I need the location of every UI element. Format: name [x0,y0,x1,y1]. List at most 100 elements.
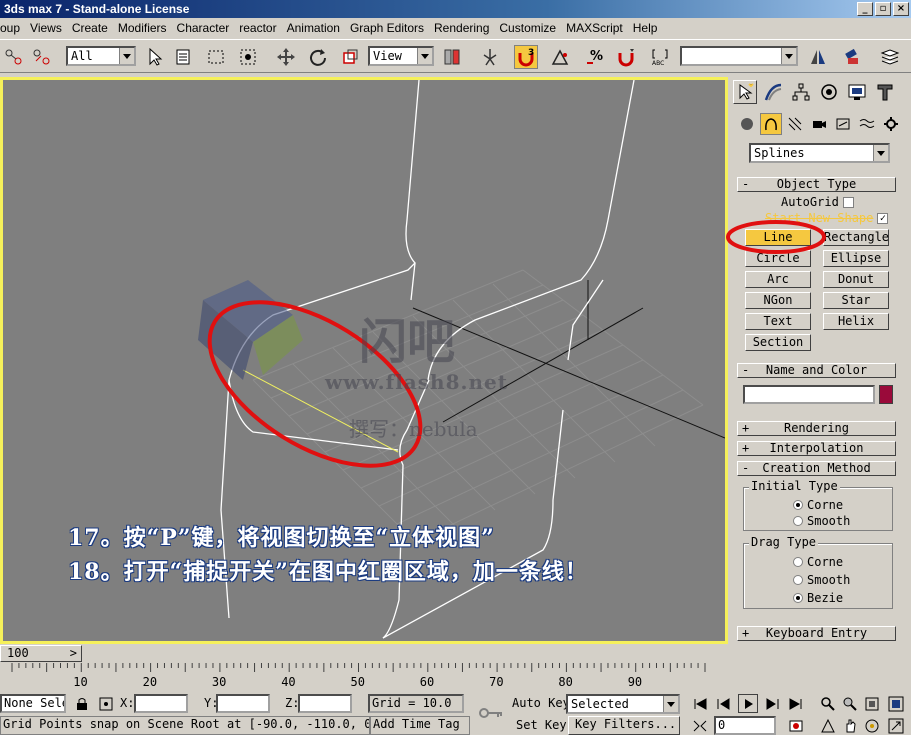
maximize-viewport-icon[interactable] [886,716,906,735]
key-icon[interactable] [476,703,506,722]
utilities-tab-icon[interactable] [873,80,897,104]
key-mode-dropdown[interactable]: Selected [566,694,680,714]
menu-help[interactable]: Help [628,21,663,35]
auto-key-button[interactable]: Auto Key [512,694,566,713]
layer-manager-icon[interactable] [878,45,902,69]
unlink-icon[interactable] [30,45,54,69]
pivot-center-icon[interactable] [440,45,464,69]
hierarchy-tab-icon[interactable] [789,80,813,104]
menu-create[interactable]: Create [67,21,113,35]
named-selection-icon[interactable]: ABC [648,45,672,69]
next-frame-icon[interactable] [762,694,782,713]
play-icon[interactable] [738,694,758,713]
rendering-rollout[interactable]: + Rendering [737,421,896,436]
rect-selection-icon[interactable] [204,45,228,69]
menu-customize[interactable]: Customize [494,21,561,35]
zoom-icon[interactable] [818,694,838,713]
time-slider[interactable]: 100 > [0,645,82,662]
scale-icon[interactable] [338,45,362,69]
x-coord-field[interactable] [134,694,188,713]
go-to-start-icon[interactable] [690,694,710,713]
arc-button[interactable]: Arc [745,271,811,288]
text-button[interactable]: Text [745,313,811,330]
pan-icon[interactable] [840,716,860,735]
menu-reactor[interactable]: reactor [234,21,281,35]
menu-character[interactable]: Character [172,21,235,35]
create-tab-icon[interactable] [733,80,757,104]
rotate-icon[interactable] [306,45,330,69]
object-name-input[interactable] [743,385,875,404]
keyboard-entry-rollout[interactable]: + Keyboard Entry [737,626,896,641]
select-by-name-icon[interactable] [172,45,196,69]
snap-toggle-icon[interactable]: 3 [514,45,538,69]
menu-views[interactable]: Views [25,21,67,35]
go-to-end-icon[interactable] [786,694,806,713]
window-crossing-icon[interactable] [236,45,260,69]
lights-icon[interactable] [784,113,806,135]
z-coord-field[interactable] [298,694,352,713]
perspective-viewport[interactable]: 闪吧 www.flash8.net 撰写：nebula 17。按“P”键，将视图… [0,77,728,644]
modify-tab-icon[interactable] [761,80,785,104]
donut-button[interactable]: Donut [823,271,889,288]
close-button[interactable]: × [893,2,909,16]
link-icon[interactable] [2,45,26,69]
menu-group[interactable]: oup [0,21,25,35]
autogrid-checkbox[interactable]: AutoGrid [781,195,854,209]
current-frame-field[interactable]: 0 [714,716,776,735]
cameras-icon[interactable] [808,113,830,135]
angle-snap-icon[interactable] [548,45,572,69]
zoom-all-icon[interactable] [840,694,860,713]
helpers-icon[interactable] [832,113,854,135]
space-warps-icon[interactable] [856,113,878,135]
display-tab-icon[interactable] [845,80,869,104]
percent-snap-icon[interactable]: % [582,45,606,69]
time-config-icon[interactable] [786,716,806,735]
interpolation-rollout[interactable]: + Interpolation [737,441,896,456]
select-arrow-icon[interactable] [142,45,166,69]
ellipse-button[interactable]: Ellipse [823,250,889,267]
section-button[interactable]: Section [745,334,811,351]
object-type-rollout[interactable]: - Object Type [737,177,896,192]
restore-button[interactable]: ▫ [875,2,891,16]
absolute-mode-icon[interactable] [96,694,116,713]
move-icon[interactable] [274,45,298,69]
lock-selection-icon[interactable] [72,694,92,713]
zoom-extents-all-icon[interactable] [886,694,906,713]
geometry-icon[interactable] [736,113,758,135]
category-dropdown[interactable]: Splines [749,143,890,163]
add-time-tag[interactable]: Add Time Tag [370,716,470,735]
menu-rendering[interactable]: Rendering [429,21,494,35]
menu-animation[interactable]: Animation [282,21,345,35]
track-bar[interactable]: 10 20 30 40 50 60 70 80 90 [0,663,728,691]
drag-bezier-radio[interactable]: Bezie [793,591,843,605]
mirror-icon[interactable] [806,45,830,69]
align-icon[interactable] [840,45,864,69]
menu-modifiers[interactable]: Modifiers [113,21,172,35]
menu-maxscript[interactable]: MAXScript [561,21,628,35]
helix-button[interactable]: Helix [823,313,889,330]
drag-smooth-radio[interactable]: Smooth [793,573,850,587]
set-key-button[interactable]: Set Key [516,716,567,735]
motion-tab-icon[interactable] [817,80,841,104]
field-of-view-icon[interactable] [818,716,838,735]
previous-frame-icon[interactable] [714,694,734,713]
drag-corner-radio[interactable]: Corne [793,555,843,569]
name-and-color-rollout[interactable]: - Name and Color [737,363,896,378]
object-color-swatch[interactable] [879,385,893,404]
spinner-snap-icon[interactable] [614,45,638,69]
selection-filter-dropdown[interactable]: All [66,46,136,66]
star-button[interactable]: Star [823,292,889,309]
select-manipulate-icon[interactable] [478,45,502,69]
minimize-button[interactable]: _ [857,2,873,16]
initial-smooth-radio[interactable]: Smooth [793,514,850,528]
key-mode-toggle-icon[interactable] [690,716,710,735]
rectangle-button[interactable]: Rectangle [823,229,889,246]
ngon-button[interactable]: NGon [745,292,811,309]
named-selection-dropdown[interactable] [680,46,798,66]
arc-rotate-icon[interactable] [862,716,882,735]
zoom-extents-icon[interactable] [862,694,882,713]
reference-coord-dropdown[interactable]: View [368,46,434,66]
menu-graph-editors[interactable]: Graph Editors [345,21,429,35]
creation-method-rollout[interactable]: - Creation Method [737,461,896,476]
key-filters-button[interactable]: Key Filters... [568,716,680,735]
